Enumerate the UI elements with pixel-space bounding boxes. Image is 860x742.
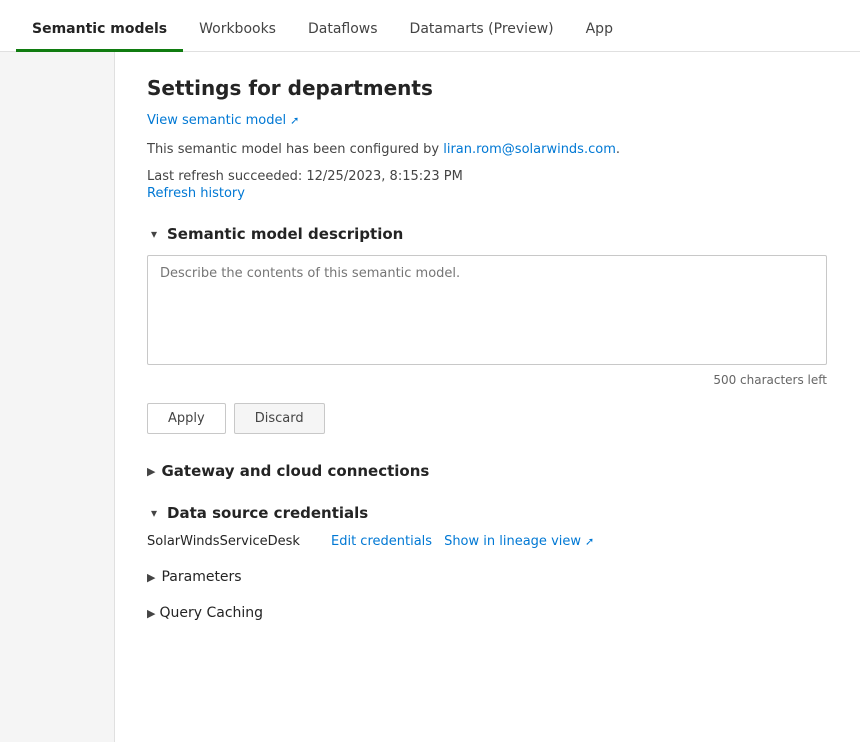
sidebar <box>0 52 115 742</box>
datasource-section-title: Data source credentials <box>167 504 368 522</box>
description-section-title: Semantic model description <box>167 225 403 243</box>
gateway-expand-icon: ▶ <box>147 465 155 478</box>
gateway-section-header[interactable]: ▶ Gateway and cloud connections <box>147 462 828 480</box>
configured-by-text: This semantic model has been configured … <box>147 142 828 157</box>
tab-dataflows[interactable]: Dataflows <box>292 9 394 52</box>
datasource-collapse-icon: ▾ <box>147 506 161 520</box>
parameters-section-title: Parameters <box>161 569 241 585</box>
datasource-section-header[interactable]: ▾ Data source credentials <box>147 504 828 522</box>
configured-by-suffix: . <box>616 142 620 157</box>
datasource-row: SolarWindsServiceDesk Edit credentials S… <box>147 534 828 549</box>
caching-section-title: Query Caching <box>159 605 263 621</box>
page-title: Settings for departments <box>147 76 828 100</box>
description-textarea[interactable] <box>147 255 827 365</box>
datasource-actions: Edit credentials Show in lineage view ➚ <box>331 534 594 549</box>
last-refresh-text: Last refresh succeeded: 12/25/2023, 8:15… <box>147 169 828 184</box>
apply-button[interactable]: Apply <box>147 403 226 434</box>
tab-workbooks[interactable]: Workbooks <box>183 9 292 52</box>
refresh-history-link[interactable]: Refresh history <box>147 186 828 201</box>
main-layout: Settings for departments View semantic m… <box>0 52 860 742</box>
gateway-section-title: Gateway and cloud connections <box>161 462 429 480</box>
description-button-row: Apply Discard <box>147 403 828 434</box>
view-model-link-text: View semantic model <box>147 113 286 128</box>
parameters-section: ▶ Parameters <box>147 569 828 585</box>
edit-credentials-link[interactable]: Edit credentials <box>331 534 432 549</box>
gateway-section: ▶ Gateway and cloud connections <box>147 462 828 480</box>
datasource-section: ▾ Data source credentials SolarWindsServ… <box>147 504 828 549</box>
parameters-section-header[interactable]: ▶ Parameters <box>147 569 828 585</box>
parameters-expand-icon: ▶ <box>147 571 155 584</box>
configured-by-email[interactable]: liran.rom@solarwinds.com <box>443 142 616 157</box>
tab-datamarts[interactable]: Datamarts (Preview) <box>394 9 570 52</box>
view-semantic-model-link[interactable]: View semantic model ➚ <box>147 113 299 128</box>
external-link-icon: ➚ <box>290 114 299 127</box>
discard-button[interactable]: Discard <box>234 403 325 434</box>
caching-section-header[interactable]: ▶ Query Caching <box>147 605 828 621</box>
content-area: Settings for departments View semantic m… <box>115 52 860 742</box>
lineage-external-link-icon: ➚ <box>585 535 594 548</box>
tab-app[interactable]: App <box>570 9 629 52</box>
caching-expand-icon: ▶ <box>147 607 155 620</box>
description-collapse-icon: ▾ <box>147 227 161 241</box>
configured-by-prefix: This semantic model has been configured … <box>147 142 443 157</box>
lineage-view-label: Show in lineage view <box>444 534 581 549</box>
description-section-header[interactable]: ▾ Semantic model description <box>147 225 828 243</box>
datasource-name: SolarWindsServiceDesk <box>147 534 327 549</box>
lineage-view-link[interactable]: Show in lineage view ➚ <box>444 534 594 549</box>
char-count: 500 characters left <box>147 373 827 387</box>
caching-section: ▶ Query Caching <box>147 605 828 621</box>
tab-semantic-models[interactable]: Semantic models <box>16 9 183 52</box>
nav-tabs: Semantic models Workbooks Dataflows Data… <box>0 0 860 52</box>
